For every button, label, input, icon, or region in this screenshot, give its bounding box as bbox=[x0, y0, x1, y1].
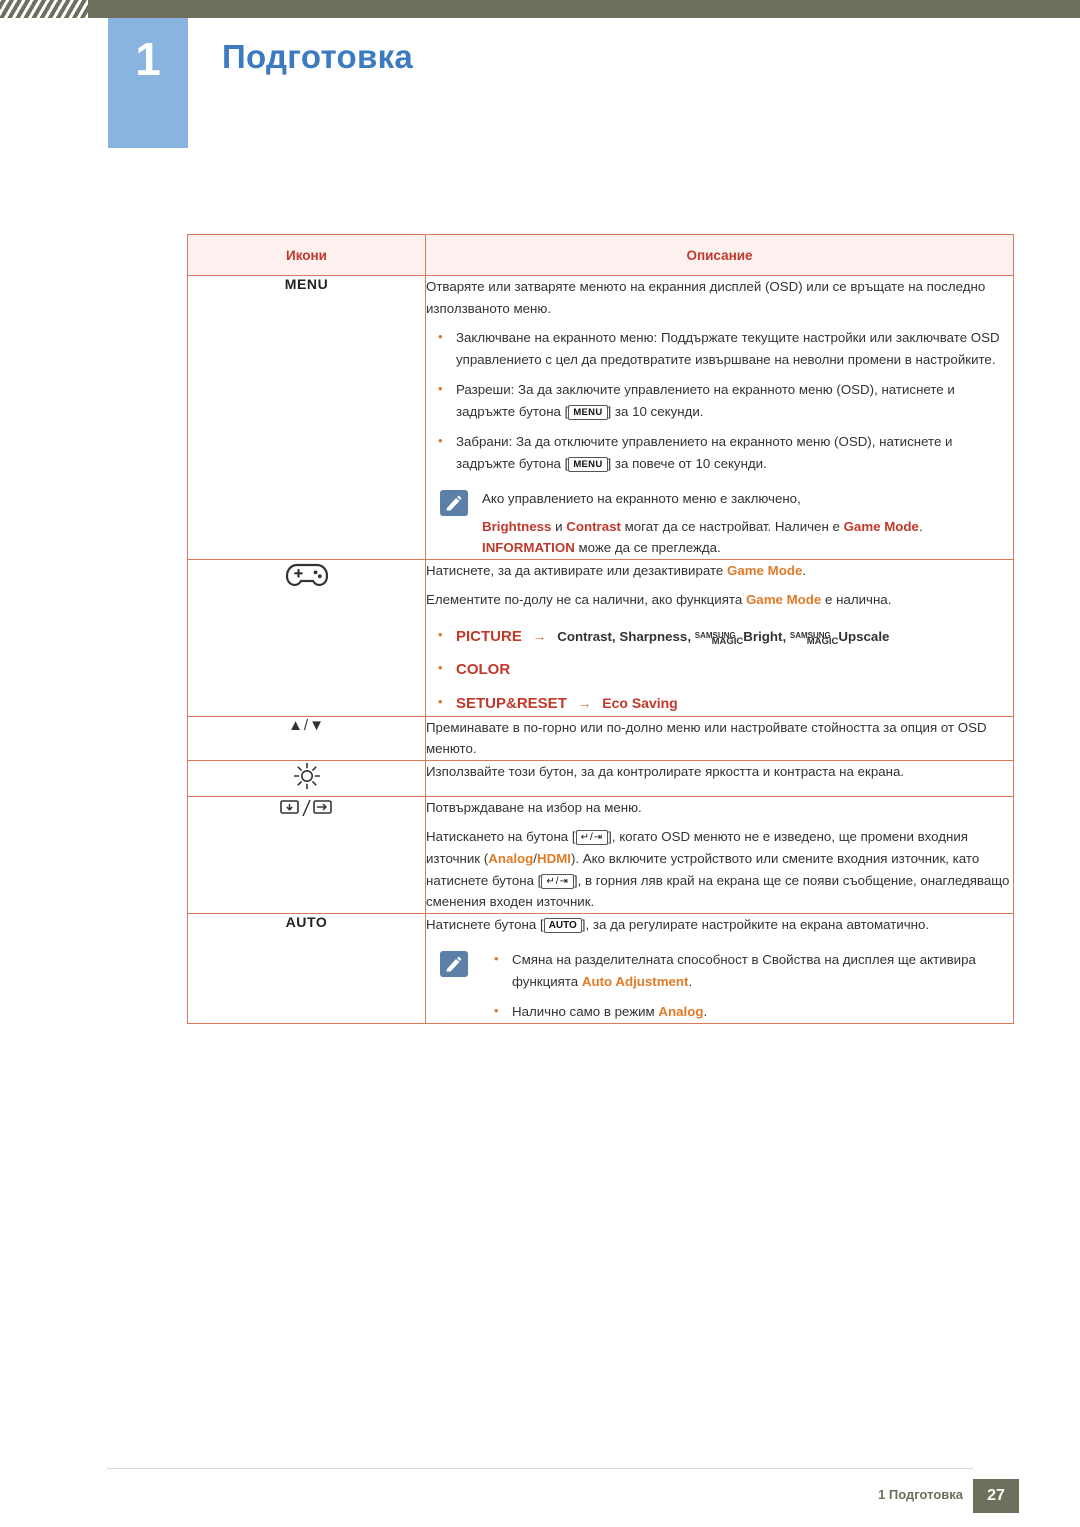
term-eco-saving: Eco Saving bbox=[602, 694, 678, 711]
icons-description-table: Икони Описание MENU Отваряте или затваря… bbox=[187, 234, 1014, 1024]
term-picture: PICTURE bbox=[456, 627, 522, 645]
bullet-text: Заключване на екранното меню: Поддържате… bbox=[456, 330, 1000, 367]
arrow-icon: → bbox=[577, 694, 592, 711]
list-item: Забрани: За да отключите управлението на… bbox=[426, 430, 1013, 474]
icon-cell-menu: MENU bbox=[187, 275, 426, 560]
table-row: AUTO Натиснете бутона [AUTO], за да регу… bbox=[187, 912, 1014, 1024]
term-color: COLOR bbox=[456, 661, 511, 679]
auto-line-1: Натиснете бутона [AUTO], за да регулират… bbox=[426, 916, 930, 933]
column-header-description: Описание bbox=[425, 234, 1014, 276]
bullet-text-tail: ] за 10 секунди. bbox=[607, 403, 704, 419]
table-row: Натиснете, за да активирате или дезактив… bbox=[187, 558, 1014, 717]
updown-text: Преминавате в по-горно или по-долно меню… bbox=[426, 719, 987, 757]
up-down-arrows-icon: ▲/▼ bbox=[288, 716, 325, 734]
list-item: SETUP&RESET → Eco Saving bbox=[426, 691, 1013, 716]
list-item: Заключване на екранното меню: Поддържате… bbox=[426, 326, 1013, 370]
icon-cell-enter-source bbox=[187, 795, 426, 914]
description-cell-brightness: Използвайте този бутон, за да контролира… bbox=[425, 759, 1014, 797]
arrow-icon: → bbox=[532, 627, 547, 644]
page-title: Подготовка bbox=[222, 38, 414, 75]
icon-cell-gamepad bbox=[187, 558, 426, 717]
term-analog: Analog bbox=[658, 1004, 704, 1020]
list-item: Смяна на разделителната способност в Сво… bbox=[482, 948, 1013, 992]
list-item: PICTURE → Contrast, Sharpness, SAMSUNGMA… bbox=[426, 624, 1013, 649]
term-game-mode: Game Mode bbox=[745, 592, 822, 608]
chapter-number-badge: 1 bbox=[108, 18, 188, 148]
top-decoration-bar bbox=[0, 0, 1080, 18]
description-cell-auto: Натиснете бутона [AUTO], за да регулират… bbox=[425, 912, 1014, 1024]
list-item: Налично само в режим Analog. bbox=[482, 1000, 1013, 1023]
bullet-text-tail: ] за повече от 10 секунди. bbox=[607, 455, 767, 471]
magic-bright-term: SAMSUNGMAGICBright bbox=[694, 628, 783, 647]
term-auto-adjustment: Auto Adjustment bbox=[581, 973, 689, 989]
source-keycap-icon: ↵/⇥ bbox=[575, 830, 609, 846]
auto-bullet-list: Смяна на разделителната способност в Сво… bbox=[426, 948, 1013, 1023]
description-cell-updown: Преминавате в по-горно или по-долно меню… bbox=[425, 715, 1014, 761]
note-line-2: Brightness и Contrast могат да се настро… bbox=[482, 518, 923, 556]
page-number: 27 bbox=[973, 1479, 1019, 1513]
menu-intro-text: Отваряте или затваряте менюто на екранни… bbox=[426, 279, 986, 316]
footer-chapter-label: 1 Подготовка bbox=[878, 1487, 963, 1502]
table-row: Използвайте този бутон, за да контролира… bbox=[187, 759, 1014, 797]
source-keycap-icon: ↵/⇥ bbox=[541, 873, 574, 889]
top-bar-hatch-pattern bbox=[0, 0, 88, 18]
term-brightness: Brightness bbox=[482, 518, 552, 534]
term-information: INFORMATION bbox=[482, 540, 575, 556]
table-header-row: Икони Описание bbox=[187, 234, 1014, 276]
auto-button-icon: AUTO bbox=[285, 913, 328, 930]
note-pencil-icon bbox=[440, 951, 468, 978]
enter-source-icon bbox=[279, 799, 335, 823]
auto-keycap-icon: AUTO bbox=[543, 917, 582, 933]
note-block-auto: Смяна на разделителната способност в Сво… bbox=[426, 948, 1013, 1023]
icon-cell-brightness bbox=[187, 759, 426, 797]
menu-keycap-icon: MENU bbox=[568, 404, 608, 420]
term-contrast: Contrast bbox=[557, 628, 612, 644]
bullet-text: Разреши: За да заключите управлението на… bbox=[456, 382, 955, 419]
icon-cell-updown: ▲/▼ bbox=[187, 715, 426, 761]
gamepad-icon bbox=[285, 563, 329, 592]
note-line-1: Ако управлението на екранното меню е зак… bbox=[482, 491, 801, 507]
term-setup-reset: SETUP&RESET bbox=[456, 694, 567, 712]
term-game-mode: Game Mode bbox=[843, 518, 919, 534]
footer-divider bbox=[107, 1468, 973, 1469]
icon-cell-auto: AUTO bbox=[187, 912, 426, 1024]
table-row: MENU Отваряте или затваряте менюто на ек… bbox=[187, 275, 1014, 560]
term-hdmi: HDMI bbox=[536, 851, 571, 866]
brightness-icon bbox=[292, 762, 322, 795]
table-row: Потвърждаване на избор на меню. Натискан… bbox=[187, 795, 1014, 914]
magic-upscale-term: SAMSUNGMAGICUpscale bbox=[789, 628, 890, 647]
note-block-menu: Ако управлението на екранното меню е зак… bbox=[426, 488, 1013, 559]
column-header-icons: Икони bbox=[187, 234, 426, 276]
description-cell-gamepad: Натиснете, за да активирате или дезактив… bbox=[425, 558, 1014, 717]
gamemode-line-2: Елементите по-долу не са налични, ако фу… bbox=[426, 592, 892, 608]
gamemode-line-1: Натиснете, за да активирате или дезактив… bbox=[426, 562, 807, 578]
menu-button-icon: MENU bbox=[284, 276, 329, 292]
list-item: Разреши: За да заключите управлението на… bbox=[426, 378, 1013, 422]
menu-bullet-list: Заключване на екранното меню: Поддържате… bbox=[426, 326, 1013, 474]
list-item: COLOR bbox=[426, 657, 1013, 682]
gamemode-bullet-list: PICTURE → Contrast, Sharpness, SAMSUNGMA… bbox=[426, 624, 1013, 716]
note-pencil-icon bbox=[440, 490, 468, 517]
table-row: ▲/▼ Преминавате в по-горно или по-долно … bbox=[187, 715, 1014, 761]
enter-line-1: Потвърждаване на избор на меню. bbox=[426, 799, 642, 815]
term-game-mode: Game Mode bbox=[727, 562, 803, 578]
enter-line-2: Натискането на бутона [↵/⇥], когато OSD … bbox=[426, 829, 1010, 910]
term-sharpness: Sharpness bbox=[619, 628, 688, 644]
menu-keycap-icon: MENU bbox=[568, 456, 608, 472]
brightness-text: Използвайте този бутон, за да контролира… bbox=[426, 763, 905, 779]
term-analog: Analog bbox=[488, 851, 534, 866]
description-cell-menu: Отваряте или затваряте менюто на екранни… bbox=[425, 275, 1014, 560]
description-cell-enter-source: Потвърждаване на избор на меню. Натискан… bbox=[425, 795, 1014, 914]
term-contrast: Contrast bbox=[566, 518, 621, 534]
